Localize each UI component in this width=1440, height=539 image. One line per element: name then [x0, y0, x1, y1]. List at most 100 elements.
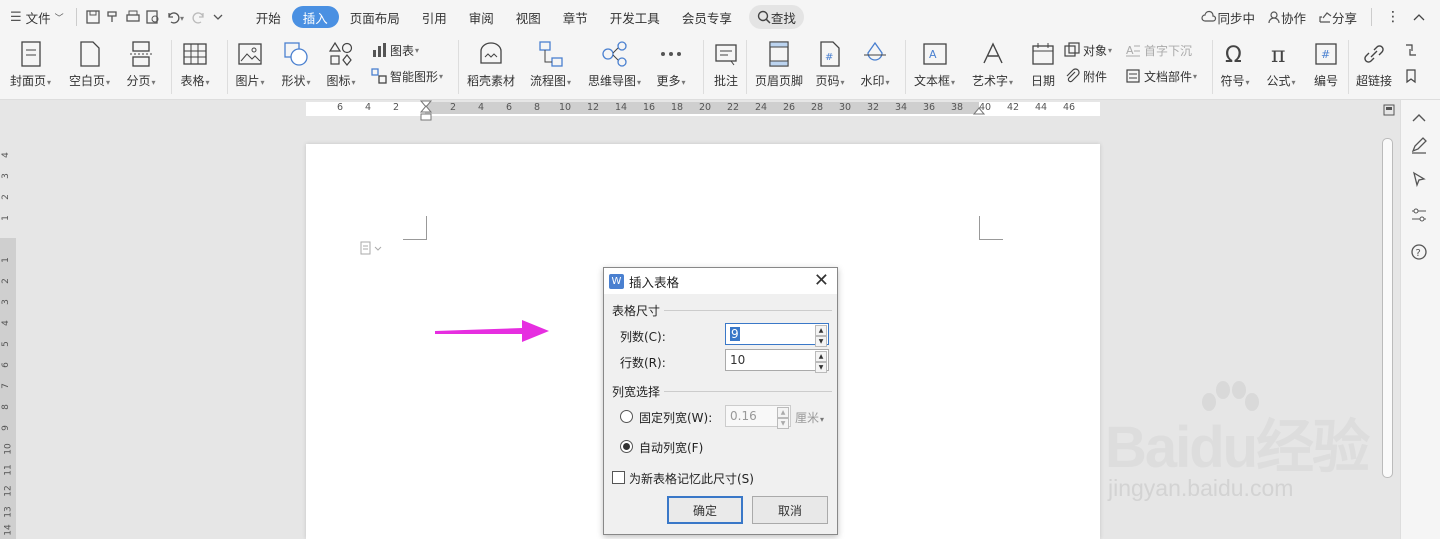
rows-stepper[interactable]: ▲ ▼: [815, 351, 827, 373]
pen-icon[interactable]: [1409, 135, 1429, 155]
stepper-up-icon[interactable]: ▲: [815, 351, 827, 362]
cursor-icon[interactable]: [1409, 170, 1429, 190]
material-button[interactable]: 稻壳素材: [467, 34, 515, 100]
bookmark-icon: [1406, 69, 1416, 84]
icon-button[interactable]: 图标▾: [326, 34, 356, 100]
save-icon[interactable]: [85, 9, 101, 25]
tab-insert[interactable]: 插入: [291, 6, 339, 28]
hyperlink-button[interactable]: 超链接: [1356, 34, 1392, 100]
vertical-scrollbar[interactable]: [1380, 120, 1396, 539]
comment-button[interactable]: 批注: [711, 34, 741, 100]
redo-icon[interactable]: [191, 9, 207, 25]
format-painter-icon[interactable]: [105, 9, 121, 25]
vertical-ruler[interactable]: 4 3 2 1 1 2 3 4 5 6 7 8 9 10 11 12 13 14: [0, 120, 16, 539]
auto-width-radio[interactable]: [620, 440, 633, 453]
tab-home[interactable]: 开始: [245, 6, 292, 28]
ruler-tick: 24: [754, 102, 768, 113]
undo-icon[interactable]: ▾: [165, 9, 187, 25]
cancel-button[interactable]: 取消: [752, 496, 828, 524]
smartart-button[interactable]: 智能图形 ▾: [371, 66, 443, 86]
collaborate-label: 协作: [1280, 10, 1306, 26]
cover-page-button[interactable]: 封面页▾: [10, 34, 51, 100]
ruler-tick: 4: [364, 102, 372, 113]
fixed-width-radio[interactable]: [620, 410, 633, 423]
close-icon[interactable]: ✕: [814, 272, 829, 290]
date-button[interactable]: 日期: [1028, 34, 1058, 100]
ruler-tick: 34: [894, 102, 908, 113]
fixed-width-stepper[interactable]: ▲ ▼: [777, 407, 789, 429]
horizontal-ruler[interactable]: 6 4 2 2 4 6 8 10 12 14 16 18 20 22 24 26…: [0, 100, 1440, 122]
print-icon[interactable]: [125, 9, 141, 25]
print-preview-icon[interactable]: [145, 9, 161, 25]
watermark-button[interactable]: 水印▾: [860, 34, 890, 100]
tab-references[interactable]: 引用: [411, 6, 458, 28]
crossref-button[interactable]: [1403, 40, 1422, 60]
right-indent-marker[interactable]: [973, 106, 985, 116]
bookmark-button[interactable]: [1403, 66, 1422, 86]
formula-button[interactable]: π 公式▾: [1266, 34, 1296, 100]
scrollbar-thumb[interactable]: [1382, 138, 1393, 478]
customize-toolbar-icon[interactable]: [211, 9, 225, 25]
file-menu[interactable]: ☰ 文件 ﹀: [0, 0, 74, 34]
page-break-button[interactable]: 分页▾: [126, 34, 156, 100]
columns-stepper[interactable]: ▲ ▼: [815, 325, 827, 347]
wordart-button[interactable]: 艺术字▾: [972, 34, 1013, 100]
indent-marker[interactable]: [419, 100, 433, 122]
chevron-up-icon[interactable]: [1409, 108, 1429, 128]
svg-text:A: A: [1126, 44, 1134, 57]
stepper-up-icon[interactable]: ▲: [815, 325, 827, 336]
picture-button[interactable]: 图片▾: [235, 34, 265, 100]
sync-button[interactable]: 同步中: [1195, 0, 1261, 34]
numbering-button[interactable]: # 编号: [1311, 34, 1341, 100]
blank-page-button[interactable]: 空白页▾: [69, 34, 110, 100]
share-button[interactable]: 分享: [1312, 0, 1363, 34]
tab-review[interactable]: 审阅: [458, 6, 505, 28]
symbol-button[interactable]: Ω 符号▾: [1220, 34, 1250, 100]
more-button[interactable]: 更多▾: [656, 34, 686, 100]
textbox-button[interactable]: A 文本框▾: [914, 34, 955, 100]
chart-button[interactable]: 图表 ▾: [371, 40, 419, 60]
smart-graphic-icon: [371, 68, 387, 84]
tab-page-layout[interactable]: 页面布局: [339, 6, 411, 28]
fixed-width-input[interactable]: 0.16 ▲ ▼: [725, 405, 791, 429]
ok-button[interactable]: 确定: [667, 496, 743, 524]
stepper-up-icon[interactable]: ▲: [777, 407, 789, 418]
ruler-tick: 4: [477, 102, 485, 113]
columns-input[interactable]: 9 ▲ ▼: [725, 323, 829, 347]
search-button[interactable]: 查找: [748, 5, 804, 29]
page-number-button[interactable]: # 页码▾: [815, 34, 845, 100]
shape-label: 形状: [281, 74, 306, 88]
divider: [75, 8, 77, 26]
collapse-ribbon-icon[interactable]: [1406, 0, 1440, 34]
flowchart-button[interactable]: 流程图▾: [530, 34, 571, 100]
unit-select[interactable]: 厘米▾: [795, 409, 824, 426]
header-footer-button[interactable]: 页眉页脚: [755, 34, 803, 100]
object-button[interactable]: 对象 ▾: [1064, 40, 1112, 60]
pointer-arrow-icon: [435, 320, 549, 342]
tab-member[interactable]: 会员专享: [671, 6, 743, 28]
tab-developer[interactable]: 开发工具: [599, 6, 671, 28]
attachment-button[interactable]: 附件: [1064, 66, 1107, 86]
tab-view[interactable]: 视图: [505, 6, 552, 28]
mindmap-button[interactable]: 思维导图▾: [588, 34, 641, 100]
shape-button[interactable]: 形状▾: [281, 34, 311, 100]
dialog-titlebar[interactable]: W 插入表格: [604, 268, 837, 294]
more-options-icon[interactable]: ⋮: [1380, 0, 1406, 34]
dropcap-button[interactable]: A 首字下沉: [1125, 40, 1192, 60]
settings-sliders-icon[interactable]: [1409, 205, 1429, 225]
more-label: 更多: [656, 74, 681, 88]
doc-parts-button[interactable]: 文档部件 ▾: [1125, 66, 1197, 86]
collaborate-button[interactable]: 协作: [1261, 0, 1312, 34]
remember-size-checkbox[interactable]: [612, 471, 625, 484]
stepper-down-icon[interactable]: ▼: [815, 336, 827, 347]
stepper-down-icon[interactable]: ▼: [815, 362, 827, 373]
rows-input[interactable]: 10 ▲ ▼: [725, 349, 829, 373]
ruler-tick: 8: [533, 102, 541, 113]
paragraph-layout-icon[interactable]: [360, 241, 384, 258]
table-button[interactable]: 表格▾: [180, 34, 210, 100]
help-icon[interactable]: ?: [1409, 242, 1429, 262]
tab-chapter[interactable]: 章节: [552, 6, 599, 28]
stepper-down-icon[interactable]: ▼: [777, 418, 789, 429]
split-view-icon[interactable]: [1383, 104, 1395, 116]
wps-writer-icon: W: [609, 273, 624, 289]
